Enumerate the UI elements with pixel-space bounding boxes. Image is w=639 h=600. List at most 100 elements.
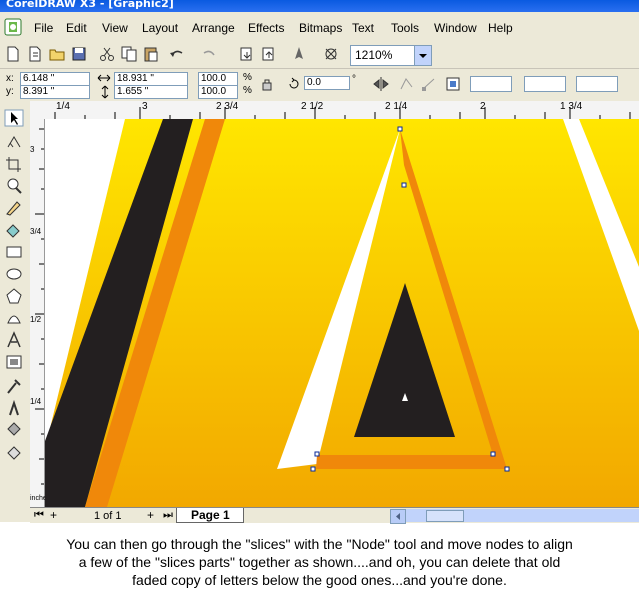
- undo-icon[interactable]: [168, 45, 186, 63]
- horizontal-ruler[interactable]: 1/4 3 2 3/4 2 1/2 2 1/4 2 1 3/4: [30, 101, 639, 120]
- page-tab-label: Page 1: [191, 508, 230, 522]
- lock-ratio-icon[interactable]: [260, 77, 274, 91]
- smart-fill-tool-icon[interactable]: [4, 221, 24, 239]
- percent-y-label: %: [243, 85, 252, 96]
- ruler-label: 2: [480, 101, 486, 112]
- horizontal-scrollbar[interactable]: [390, 509, 639, 524]
- node-handle[interactable]: [401, 182, 407, 188]
- x-position-field[interactable]: 6.148 ": [20, 72, 90, 86]
- redo-icon[interactable]: [200, 45, 218, 63]
- basic-shapes-tool-icon[interactable]: [4, 309, 24, 327]
- scroll-left-button[interactable]: [390, 509, 406, 524]
- menu-effects[interactable]: Effects: [248, 21, 284, 35]
- convert-to-curves-icon[interactable]: [398, 75, 416, 93]
- vertical-ruler[interactable]: 3 3/4 1/2 1/4 inches: [30, 119, 50, 507]
- node-handle[interactable]: [397, 126, 403, 132]
- node-handle[interactable]: [314, 451, 320, 457]
- save-icon[interactable]: [70, 45, 88, 63]
- last-page-icon[interactable]: ⏭: [163, 509, 173, 522]
- open-icon[interactable]: [48, 45, 66, 63]
- menu-bitmaps[interactable]: Bitmaps: [299, 21, 342, 35]
- freehand-tool-icon[interactable]: [4, 199, 24, 217]
- shape-tool-icon[interactable]: [4, 133, 24, 151]
- start-arrowhead-dropdown[interactable]: [524, 76, 566, 92]
- tutorial-caption: You can then go through the "slices" wit…: [0, 535, 639, 589]
- object-height-field[interactable]: 1.655 ": [114, 85, 188, 99]
- menu-layout[interactable]: Layout: [142, 21, 178, 35]
- menu-window[interactable]: Window: [434, 21, 477, 35]
- zoom-level-value: 1210%: [355, 48, 393, 62]
- mirror-horizontal-icon[interactable]: [372, 75, 390, 93]
- eyedropper-tool-icon[interactable]: [4, 377, 24, 395]
- ruler-label: 1/2: [30, 315, 42, 324]
- import-icon[interactable]: [238, 45, 256, 63]
- welcome-screen-icon[interactable]: [322, 45, 340, 63]
- application-launcher-icon[interactable]: [290, 45, 308, 63]
- node-handle[interactable]: [504, 466, 510, 472]
- menu-tools[interactable]: Tools: [391, 21, 419, 35]
- scroll-thumb[interactable]: [426, 510, 464, 522]
- window-title: CorelDRAW X3 - [Graphic2]: [6, 0, 174, 10]
- page-tab[interactable]: Page 1: [176, 508, 244, 523]
- text-tool-icon[interactable]: [4, 331, 24, 349]
- ruler-label: 2 3/4: [216, 101, 239, 112]
- ellipse-tool-icon[interactable]: [4, 265, 24, 283]
- node-handle[interactable]: [490, 451, 496, 457]
- ruler-label: 3: [30, 145, 35, 154]
- document-navigator: ⏮ + 1 of 1 + ⏭ Page 1: [30, 507, 639, 524]
- standard-toolbar: 1210%: [0, 42, 639, 69]
- menu-edit[interactable]: Edit: [66, 21, 87, 35]
- polygon-tool-icon[interactable]: [4, 287, 24, 305]
- menu-help[interactable]: Help: [488, 21, 513, 35]
- zoom-level-dropdown[interactable]: 1210%: [350, 45, 432, 66]
- add-page-after-icon[interactable]: +: [147, 508, 154, 522]
- first-page-icon[interactable]: ⏮: [34, 509, 44, 522]
- caption-line: You can then go through the "slices" wit…: [66, 536, 573, 552]
- y-position-field[interactable]: 8.391 ": [20, 85, 90, 99]
- y-label: y:: [6, 86, 14, 97]
- ruler-ticks: [35, 128, 44, 485]
- paste-icon[interactable]: [142, 45, 160, 63]
- degree-label: °: [352, 74, 356, 85]
- percent-x-label: %: [243, 72, 252, 83]
- property-bar: x: 6.148 " y: 8.391 " 18.931 " 1.655 " 1…: [0, 69, 639, 102]
- interactive-blend-tool-icon[interactable]: [4, 353, 24, 371]
- scale-y-field[interactable]: 100.0: [198, 85, 238, 99]
- node-tool-icon[interactable]: [420, 75, 438, 93]
- drawing-canvas[interactable]: [45, 119, 639, 507]
- height-icon: [101, 85, 109, 99]
- menu-view[interactable]: View: [102, 21, 128, 35]
- zoom-tool-icon[interactable]: [4, 177, 24, 195]
- interactive-fill-tool-icon[interactable]: [4, 443, 24, 461]
- add-page-icon[interactable]: +: [50, 508, 57, 522]
- rotation-angle-field[interactable]: 0.0: [304, 76, 350, 90]
- ruler-label: 3/4: [30, 227, 42, 236]
- x-label: x:: [6, 73, 14, 84]
- menu-arrange[interactable]: Arrange: [192, 21, 235, 35]
- menu-text[interactable]: Text: [352, 21, 374, 35]
- pick-tool-icon[interactable]: [4, 109, 24, 127]
- outline-width-dropdown[interactable]: [470, 76, 512, 92]
- ruler-label: 1/4: [30, 397, 42, 406]
- toolbox: [0, 101, 31, 522]
- coreldraw-app-icon[interactable]: [4, 18, 22, 36]
- scale-x-field[interactable]: 100.0: [198, 72, 238, 86]
- fill-tool-icon[interactable]: [4, 421, 24, 439]
- node-handle[interactable]: [310, 466, 316, 472]
- crop-tool-icon[interactable]: [4, 155, 24, 173]
- menu-file[interactable]: File: [34, 21, 53, 35]
- artwork: [45, 119, 639, 507]
- ruler-ticks: [54, 107, 631, 119]
- chevron-down-icon[interactable]: [414, 46, 431, 65]
- cut-icon[interactable]: [98, 45, 116, 63]
- export-icon[interactable]: [260, 45, 278, 63]
- rectangle-tool-icon[interactable]: [4, 243, 24, 261]
- object-width-field[interactable]: 18.931 ": [114, 72, 188, 86]
- copy-icon[interactable]: [120, 45, 138, 63]
- caption-line: faded copy of letters below the good one…: [132, 572, 507, 588]
- new-document-icon[interactable]: [4, 45, 22, 63]
- wrap-text-icon[interactable]: [444, 75, 462, 93]
- end-arrowhead-dropdown[interactable]: [576, 76, 618, 92]
- outline-tool-icon[interactable]: [4, 399, 24, 417]
- new-from-template-icon[interactable]: [26, 45, 44, 63]
